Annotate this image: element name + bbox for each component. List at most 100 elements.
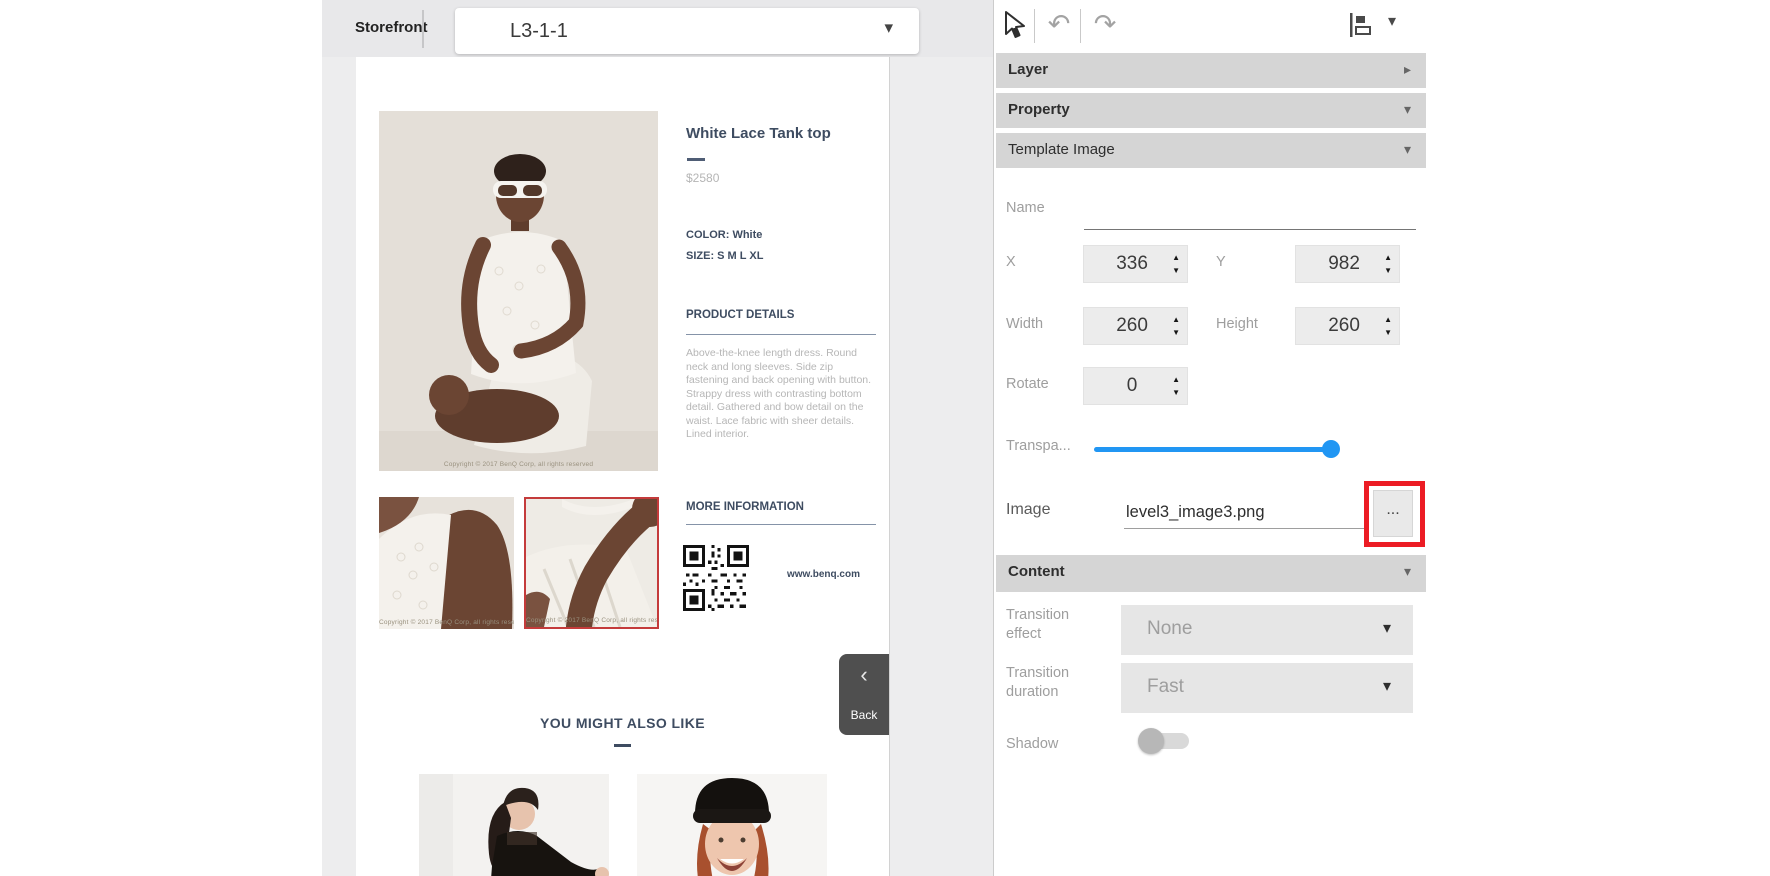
height-input[interactable] [1296, 314, 1384, 338]
template-image-header-label: Template Image [1008, 141, 1115, 158]
layer-header-label: Layer [1008, 61, 1048, 78]
image-copyright: Copyright © 2017 BenQ Corp, all rights r… [526, 617, 657, 624]
transition-duration-label: Transition duration [1006, 664, 1094, 702]
select-tool-button[interactable] [1000, 10, 1026, 42]
chevron-right-icon: ▸ [1404, 61, 1411, 78]
content-header-label: Content [1008, 563, 1065, 580]
transparency-label: Transpa... [1006, 438, 1071, 454]
thumbnail-2-selected[interactable]: Copyright © 2017 BenQ Corp, all rights r… [524, 497, 659, 629]
canvas-topbar: Storefront L3-1-1 ▾ [322, 0, 993, 57]
section-header-template-image[interactable]: Template Image ▾ [996, 133, 1426, 168]
transparency-slider-track[interactable] [1094, 447, 1339, 452]
stepper-down-icon[interactable]: ▼ [1172, 267, 1180, 274]
storefront-page: Copyright © 2017 BenQ Corp, all rights r… [356, 57, 889, 876]
template-name: L3-1-1 [510, 20, 568, 43]
chevron-down-icon: ▾ [1383, 618, 1391, 638]
thumbnail-1-illustration [379, 497, 514, 629]
topbar-divider [422, 10, 424, 48]
image-copyright: Copyright © 2017 BenQ Corp, all rights r… [379, 619, 514, 626]
width-label: Width [1006, 316, 1043, 332]
undo-icon: ↶ [1048, 9, 1071, 39]
chevron-down-icon: ▾ [1383, 676, 1391, 696]
name-input[interactable] [1084, 200, 1416, 230]
x-input[interactable] [1084, 252, 1172, 276]
height-field[interactable]: ▲ ▼ [1295, 307, 1400, 345]
width-field[interactable]: ▲ ▼ [1083, 307, 1188, 345]
align-button[interactable] [1346, 11, 1374, 39]
image-copyright: Copyright © 2017 BenQ Corp, all rights r… [379, 461, 658, 468]
height-stepper[interactable]: ▲ ▼ [1384, 316, 1392, 336]
image-filename-input[interactable] [1124, 497, 1366, 529]
related-1-illustration [419, 774, 609, 876]
stepper-down-icon[interactable]: ▼ [1172, 389, 1180, 396]
x-field[interactable]: ▲ ▼ [1083, 245, 1188, 283]
also-like-heading: YOU MIGHT ALSO LIKE [356, 715, 889, 731]
stepper-up-icon[interactable]: ▲ [1172, 376, 1180, 383]
height-label: Height [1216, 316, 1258, 332]
toggle-knob [1138, 728, 1164, 754]
chevron-down-icon: ▾ [1404, 101, 1411, 118]
cursor-icon [1000, 10, 1026, 42]
title-divider [687, 158, 705, 161]
transition-effect-dropdown[interactable]: None ▾ [1121, 605, 1413, 655]
properties-panel: ↶ ↷ ▾ Layer ▸ Property ▾ Template Image … [993, 0, 1428, 876]
undo-button[interactable]: ↶ [1042, 3, 1076, 45]
transition-duration-dropdown[interactable]: Fast ▾ [1121, 663, 1413, 713]
chevron-down-icon: ▾ [884, 18, 893, 38]
related-product-2[interactable] [637, 774, 827, 876]
thumbnail-2-illustration [526, 499, 657, 627]
transition-duration-value: Fast [1147, 676, 1184, 698]
section-header-layer[interactable]: Layer ▸ [996, 53, 1426, 88]
template-selector-dropdown[interactable]: L3-1-1 ▾ [455, 8, 919, 54]
stepper-up-icon[interactable]: ▲ [1384, 254, 1392, 261]
shadow-toggle[interactable] [1138, 726, 1192, 756]
align-left-icon [1346, 11, 1374, 39]
stepper-up-icon[interactable]: ▲ [1172, 316, 1180, 323]
more-information-heading: MORE INFORMATION [686, 501, 876, 525]
align-dropdown-caret[interactable]: ▾ [1388, 11, 1396, 31]
y-input[interactable] [1296, 252, 1384, 276]
qr-code-graphic [683, 545, 749, 611]
product-details-text: Above-the-knee length dress. Round neck … [686, 347, 878, 442]
model-photo-illustration [379, 111, 658, 471]
stepper-down-icon[interactable]: ▼ [1384, 267, 1392, 274]
rotate-input[interactable] [1084, 374, 1172, 398]
website-url: www.benq.com [787, 569, 860, 580]
toolbar-divider [1080, 9, 1081, 43]
thumbnail-1[interactable]: Copyright © 2017 BenQ Corp, all rights r… [379, 497, 514, 629]
y-stepper[interactable]: ▲ ▼ [1384, 254, 1392, 274]
section-header-content[interactable]: Content ▾ [996, 555, 1426, 592]
x-stepper[interactable]: ▲ ▼ [1172, 254, 1180, 274]
redo-button[interactable]: ↷ [1088, 3, 1122, 45]
rotate-field[interactable]: ▲ ▼ [1083, 367, 1188, 405]
browse-image-button[interactable]: ... [1373, 490, 1413, 537]
y-label: Y [1216, 254, 1226, 270]
shadow-label: Shadow [1006, 736, 1058, 752]
y-field[interactable]: ▲ ▼ [1295, 245, 1400, 283]
chevron-down-icon: ▾ [1404, 141, 1411, 158]
transition-effect-value: None [1147, 618, 1192, 640]
product-size: SIZE: S M L XL [686, 250, 763, 262]
stepper-up-icon[interactable]: ▲ [1172, 254, 1180, 261]
related-product-1[interactable] [419, 774, 609, 876]
editor-canvas: Copyright © 2017 BenQ Corp, all rights r… [322, 57, 993, 876]
stepper-down-icon[interactable]: ▼ [1384, 329, 1392, 336]
also-like-divider [614, 744, 631, 747]
width-stepper[interactable]: ▲ ▼ [1172, 316, 1180, 336]
rotate-label: Rotate [1006, 376, 1049, 392]
x-label: X [1006, 254, 1016, 270]
stepper-up-icon[interactable]: ▲ [1384, 316, 1392, 323]
section-header-property[interactable]: Property ▾ [996, 93, 1426, 128]
transition-effect-label: Transition effect [1006, 606, 1094, 644]
name-label: Name [1006, 200, 1045, 216]
qr-code[interactable] [683, 545, 749, 611]
image-label: Image [1006, 501, 1050, 519]
width-input[interactable] [1084, 314, 1172, 338]
product-color: COLOR: White [686, 229, 762, 241]
transparency-slider-thumb[interactable] [1322, 440, 1340, 458]
product-details-heading: PRODUCT DETAILS [686, 309, 876, 335]
stepper-down-icon[interactable]: ▼ [1172, 329, 1180, 336]
rotate-stepper[interactable]: ▲ ▼ [1172, 376, 1180, 396]
product-main-image[interactable]: Copyright © 2017 BenQ Corp, all rights r… [379, 111, 658, 471]
storefront-label: Storefront [355, 19, 428, 36]
